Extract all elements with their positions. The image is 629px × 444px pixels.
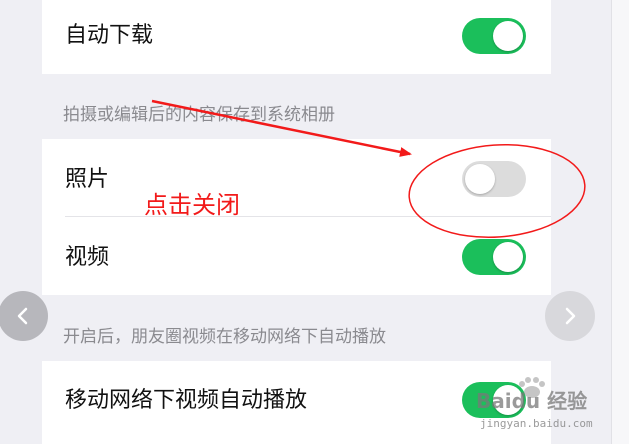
paw-logo-icon bbox=[519, 377, 545, 398]
watermark-text: Baidu 经验 bbox=[476, 389, 588, 413]
watermark-url: jingyan.baidu.com bbox=[480, 417, 593, 430]
